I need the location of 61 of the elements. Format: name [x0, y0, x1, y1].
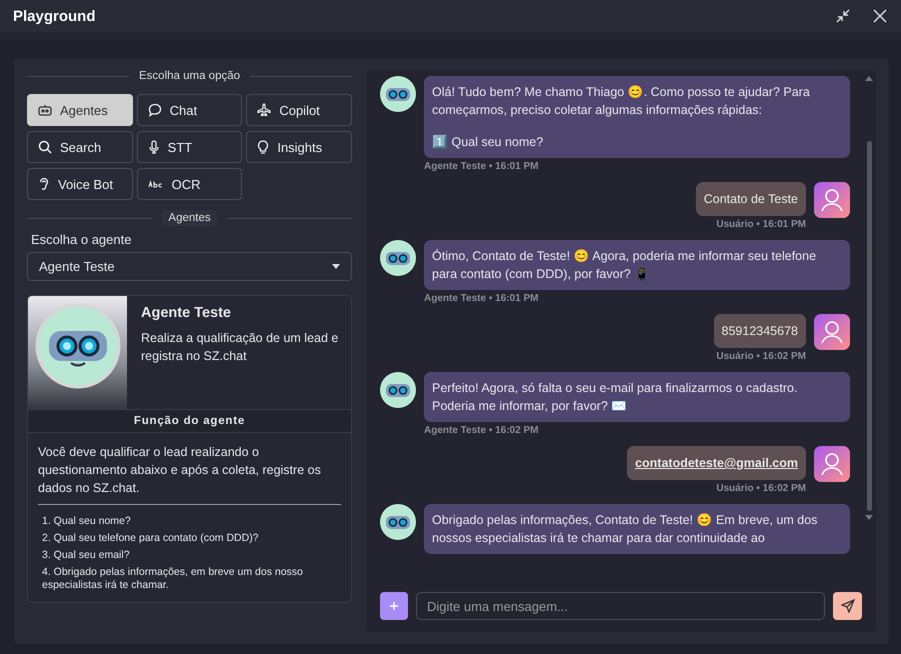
option-tab[interactable]: Agentes: [27, 94, 133, 126]
function-text: Você deve qualificar o lead realizando o questionamento abaixo e após a coleta, registre os dados no SZ.chat.: [38, 444, 322, 497]
send-icon: [840, 599, 854, 613]
robot-avatar-icon: [380, 372, 416, 408]
bot-message: Ótimo, Contato de Teste! 😊 Agora, poderia me informar seu telefone para contato (com DDD), por favor? 📱: [424, 240, 850, 290]
user-message: contatodeteste@gmail.com: [627, 446, 806, 480]
message-input[interactable]: Digite uma mensagem...: [416, 592, 825, 620]
agent-select[interactable]: Agente Teste: [27, 252, 352, 281]
section-heading: Agentes: [162, 210, 217, 226]
agent-description: Realiza a qualificação de um lead e registra no SZ.chat: [141, 330, 340, 365]
option-tab[interactable]: STT: [136, 131, 242, 163]
message-meta: Usuário • 16:02 PM: [716, 351, 806, 362]
close-icon[interactable]: [873, 9, 887, 23]
scroll-up-icon[interactable]: [865, 76, 873, 81]
chat-bubble-icon: [148, 103, 162, 117]
section-heading: Escolha uma opção: [139, 70, 240, 82]
caret-icon: [332, 264, 340, 269]
user-avatar-icon: [814, 182, 850, 218]
bot-message: Obrigado pelas informações, Contato de Teste! 😊 Em breve, um dos nossos especialistas irá te chamar para dar continuidade ao: [424, 504, 850, 554]
minimize-icon[interactable]: [835, 8, 851, 24]
agent-name: Agente Teste: [141, 305, 232, 321]
search-icon: [38, 140, 52, 154]
robot-avatar-icon: [380, 504, 416, 540]
bot-message: Perfeito! Agora, só falta o seu e-mail para finalizarmos o cadastro. Poderia me informar, por favor? ✉: [424, 372, 850, 422]
message-meta: Agente Teste • 16:01 PM: [424, 161, 540, 172]
ear-icon: [38, 177, 50, 191]
question-item: 4. Obrigado pelas informações, em breve um dos nosso especialistas irá te chamar.: [41, 566, 304, 592]
field-label: Escolha o agente: [31, 232, 132, 247]
send-button[interactable]: [833, 592, 862, 620]
robot-avatar-icon: [380, 76, 416, 112]
scroll-down-icon[interactable]: [865, 515, 873, 520]
question-item: 2. Qual seu telefone para contato (com DDD)?: [41, 532, 260, 545]
option-tab[interactable]: Search: [27, 131, 133, 163]
robot-icon: [38, 104, 52, 116]
robot-avatar-icon: [34, 302, 120, 388]
option-tab[interactable]: Chat: [136, 94, 242, 126]
question-item: 1. Qual seu nome?: [41, 515, 132, 528]
plus-icon: [390, 602, 398, 610]
message-meta: Usuário • 16:02 PM: [716, 483, 806, 494]
message-meta: Agente Teste • 16:02 PM: [424, 425, 540, 436]
robot-avatar-icon: [380, 240, 416, 276]
airplane-icon: [257, 103, 272, 117]
lightbulb-icon: [257, 140, 270, 154]
window-title: Playground: [13, 8, 96, 24]
option-tab[interactable]: OCR: [136, 168, 242, 200]
add-button[interactable]: [380, 592, 408, 620]
user-avatar-icon: [814, 314, 850, 350]
microphone-icon: [148, 140, 160, 154]
user-message: Contato de Teste: [696, 182, 806, 216]
message-meta: Usuário • 16:01 PM: [716, 219, 806, 230]
question-item: 3. Qual seu email?: [41, 549, 131, 562]
option-tab[interactable]: Copilot: [246, 94, 352, 126]
option-tab[interactable]: Insights: [246, 131, 352, 163]
user-avatar-icon: [814, 446, 850, 482]
function-heading: Função do agente: [28, 409, 351, 433]
scrollbar-thumb[interactable]: [866, 141, 872, 511]
message-meta: Agente Teste • 16:01 PM: [424, 293, 540, 304]
bot-message: Olá! Tudo bem? Me chamo Thiago 😊. Como posso te ajudar? Para começarmos, preciso coletar algumas informações rápidas: 1⃣ Qual seu nome?: [424, 76, 850, 158]
abc-text-icon: [148, 180, 164, 188]
user-message: 85912345678: [714, 314, 806, 348]
option-tab[interactable]: Voice Bot: [27, 168, 133, 200]
